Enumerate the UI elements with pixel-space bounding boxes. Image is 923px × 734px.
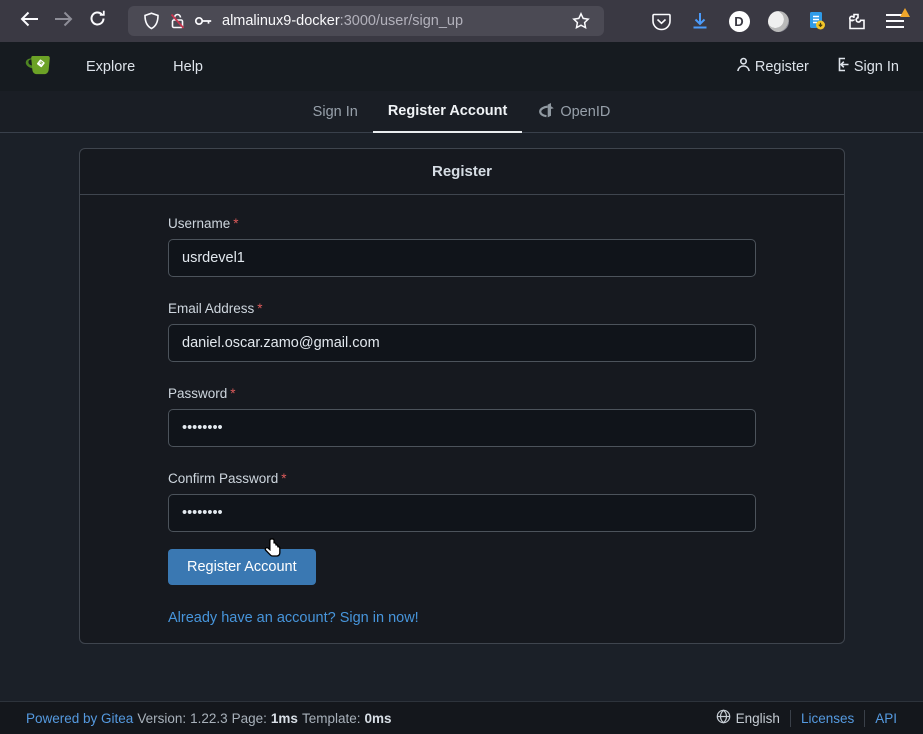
nav-register[interactable]: Register [736, 57, 809, 76]
back-arrow-icon [20, 11, 39, 32]
username-field-group: Username* [168, 216, 756, 277]
key-icon[interactable] [190, 8, 216, 34]
download-icon[interactable] [688, 9, 712, 33]
privacy-orb-icon[interactable] [766, 9, 790, 33]
language-selector[interactable]: English [716, 709, 780, 727]
person-icon [736, 57, 751, 76]
nav-help[interactable]: Help [154, 59, 222, 75]
auth-tabs: Sign In Register Account OpenID [0, 91, 923, 133]
address-bar[interactable]: almalinux9-docker:3000/user/sign_up [128, 6, 604, 36]
confirm-password-label: Confirm Password* [168, 471, 756, 486]
save-doc-icon[interactable] [805, 9, 829, 33]
required-mark: * [281, 471, 286, 486]
divider [790, 710, 791, 727]
password-input[interactable] [168, 409, 756, 447]
gitea-logo[interactable] [24, 53, 53, 80]
forward-button[interactable] [46, 5, 80, 37]
site-navbar: Explore Help Register Sign In [0, 42, 923, 91]
email-input[interactable] [168, 324, 756, 362]
email-label: Email Address* [168, 301, 756, 316]
template-time: 0ms [364, 711, 391, 726]
insecure-lock-icon[interactable] [164, 8, 190, 34]
reload-icon [89, 10, 106, 32]
extension-toolbar: D [649, 9, 911, 33]
register-panel: Register Username* Email Address* Passwo… [79, 148, 845, 644]
licenses-link[interactable]: Licenses [801, 711, 854, 726]
email-field-group: Email Address* [168, 301, 756, 362]
duckduckgo-icon[interactable]: D [727, 9, 751, 33]
page-time: 1ms [271, 711, 298, 726]
divider [864, 710, 865, 727]
forward-arrow-icon [54, 11, 73, 32]
url-host: almalinux9-docker [222, 13, 340, 29]
tab-openid[interactable]: OpenID [522, 91, 625, 133]
api-link[interactable]: API [875, 711, 897, 726]
required-mark: * [257, 301, 262, 316]
menu-icon[interactable] [883, 9, 907, 33]
footer-meta: Powered by Gitea Version: 1.22.3 Page: 1… [26, 711, 392, 726]
url-text: almalinux9-docker:3000/user/sign_up [222, 13, 568, 29]
confirm-password-input[interactable] [168, 494, 756, 532]
password-field-group: Password* [168, 386, 756, 447]
username-input[interactable] [168, 239, 756, 277]
panel-title: Register [80, 149, 844, 195]
openid-icon [537, 102, 554, 122]
url-path: :3000/user/sign_up [340, 13, 463, 29]
tab-register-account[interactable]: Register Account [373, 91, 523, 133]
browser-toolbar: almalinux9-docker:3000/user/sign_up D [0, 0, 923, 42]
register-account-button[interactable]: Register Account [168, 549, 316, 585]
pocket-icon[interactable] [649, 9, 673, 33]
password-label: Password* [168, 386, 756, 401]
register-form: Username* Email Address* Password* Confi… [80, 195, 844, 643]
reload-button[interactable] [80, 5, 114, 37]
signin-now-link[interactable]: Already have an account? Sign in now! [168, 610, 419, 626]
required-mark: * [233, 216, 238, 231]
nav-signin[interactable]: Sign In [835, 57, 899, 76]
username-label: Username* [168, 216, 756, 231]
tab-sign-in[interactable]: Sign In [298, 91, 373, 133]
back-button[interactable] [12, 5, 46, 37]
alert-badge [900, 8, 910, 17]
nav-explore[interactable]: Explore [67, 59, 154, 75]
confirm-password-field-group: Confirm Password* [168, 471, 756, 532]
puzzle-icon[interactable] [844, 9, 868, 33]
page-content: Register Username* Email Address* Passwo… [0, 133, 923, 701]
signin-icon [835, 57, 850, 76]
powered-by-gitea-link[interactable]: Powered by Gitea [26, 711, 133, 726]
globe-icon [716, 709, 731, 727]
bookmark-star-icon[interactable] [568, 8, 594, 34]
page-footer: Powered by Gitea Version: 1.22.3 Page: 1… [0, 701, 923, 734]
required-mark: * [230, 386, 235, 401]
shield-icon[interactable] [138, 8, 164, 34]
footer-links: English Licenses API [716, 709, 897, 727]
